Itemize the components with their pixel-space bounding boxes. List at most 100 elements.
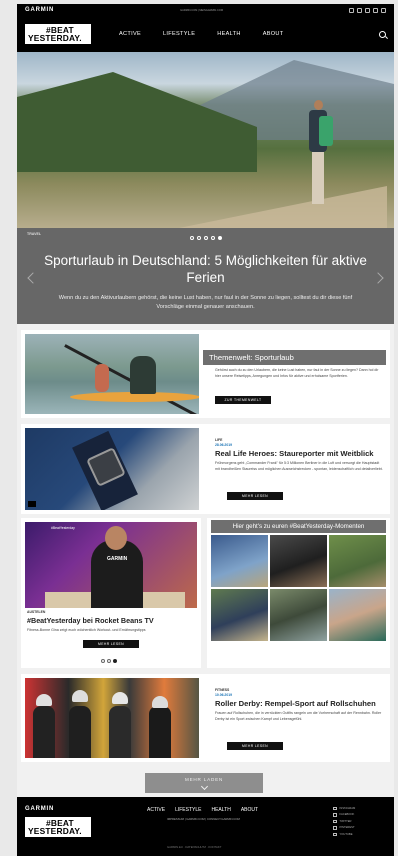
- footer-nav-health[interactable]: HEALTH: [211, 807, 230, 813]
- logo-line2: YESTERDAY.: [28, 33, 82, 43]
- facebook-icon[interactable]: [356, 7, 362, 13]
- garmin-shirt-logo: GARMIN: [107, 556, 128, 562]
- footer-logo-line2: YESTERDAY.: [28, 826, 82, 836]
- beat-yesterday-logo[interactable]: #BEAT YESTERDAY.: [25, 24, 91, 44]
- youtube-icon[interactable]: [380, 7, 386, 13]
- tv-button[interactable]: MEHR LESEN: [83, 640, 139, 648]
- instagram-icon[interactable]: [348, 7, 354, 13]
- top-links[interactable]: GARMIN.COM | MEINGARMIN.COM: [180, 9, 223, 12]
- forest-slope: [17, 72, 257, 172]
- carousel-dot-active[interactable]: [113, 659, 117, 663]
- nav-about[interactable]: ABOUT: [263, 31, 284, 37]
- page: GARMIN GARMIN.COM | MEINGARMIN.COM #BEAT…: [17, 4, 394, 856]
- skater-shape: [69, 706, 91, 758]
- footer-sublinks[interactable]: IMPRESSUM | GARMIN.COM | CONNECT.GARMIN.…: [167, 817, 240, 821]
- tv-dots: [101, 659, 117, 663]
- nav-active[interactable]: ACTIVE: [119, 31, 141, 37]
- youtube-icon: [333, 832, 337, 836]
- tv-text: Fitness-Bonne Gina zeigt euch wöchentlic…: [27, 628, 146, 632]
- twitter-icon[interactable]: [364, 7, 370, 13]
- derby-text: Frauen auf Rollschuhen, die in verrückte…: [215, 711, 382, 721]
- watch-image[interactable]: [25, 428, 199, 510]
- hiker-legs: [312, 152, 324, 204]
- load-more-button[interactable]: MEHR LADEN: [145, 773, 263, 793]
- footer-nav-lifestyle[interactable]: LIFESTYLE: [175, 807, 201, 813]
- moments-label[interactable]: Hier geht's zu euren #BeatYesterday-Mome…: [211, 520, 386, 533]
- derby-date: 10.06.2019: [215, 693, 232, 697]
- garmin-brand[interactable]: GARMIN: [25, 7, 54, 13]
- kayak-image[interactable]: [25, 334, 199, 414]
- helmet-shape: [152, 696, 168, 708]
- rocket-beans-image[interactable]: #BeatYesterday GARMIN: [25, 522, 197, 608]
- hiker-head: [314, 100, 323, 110]
- tv-card: #BeatYesterday GARMIN AUSTELEN #BeatYest…: [21, 518, 201, 668]
- heroes-button[interactable]: MEHR LESEN: [227, 492, 283, 500]
- footer-social-label: FACEBOOK: [339, 813, 355, 817]
- slider-dot[interactable]: [189, 236, 194, 240]
- heroes-date: 28.06.2019: [215, 443, 232, 447]
- helmet-shape: [72, 690, 88, 702]
- slider-dot[interactable]: [210, 236, 215, 240]
- next-arrow-icon[interactable]: [372, 272, 384, 284]
- footer-social-label: TWITTER: [339, 819, 352, 823]
- backpack: [319, 116, 333, 146]
- roller-derby-image[interactable]: [25, 678, 199, 758]
- topic-button[interactable]: ZUR THEMENWELT: [215, 396, 271, 404]
- main-nav: ACTIVE LIFESTYLE HEALTH ABOUT: [119, 31, 284, 37]
- footer-social: INSTAGRAM FACEBOOK TWITTER PINTEREST YOU…: [333, 805, 355, 838]
- moment-photo[interactable]: [270, 535, 327, 587]
- derby-card: FITNESS 10.06.2019 Roller Derby: Rempel-…: [21, 674, 390, 762]
- nav-health[interactable]: HEALTH: [217, 31, 240, 37]
- footer-copyright[interactable]: GARMIN.EU · DATENSCHUTZ · KONTAKT: [167, 845, 221, 849]
- carousel-dot[interactable]: [107, 659, 111, 663]
- slider-dot[interactable]: [196, 236, 201, 240]
- load-more-label: MEHR LADEN: [184, 777, 224, 782]
- paddler-shape: [95, 364, 109, 392]
- video-icon: [28, 501, 36, 507]
- host-head: [105, 526, 127, 550]
- footer: GARMIN #BEAT YESTERDAY. ACTIVE LIFESTYLE…: [17, 797, 394, 856]
- slider-dot[interactable]: [203, 236, 208, 240]
- hero-image[interactable]: [17, 52, 394, 228]
- hiker-figure: [307, 100, 333, 210]
- moments-card: Hier geht's zu euren #BeatYesterday-Mome…: [207, 518, 390, 668]
- derby-button[interactable]: MEHR LESEN: [227, 742, 283, 750]
- footer-brand[interactable]: GARMIN: [25, 806, 54, 812]
- heroes-title[interactable]: Real Life Heroes: Staureporter mit Weitb…: [215, 449, 387, 459]
- moments-mosaic: [211, 535, 386, 641]
- derby-title[interactable]: Roller Derby: Rempel-Sport auf Rollschuh…: [215, 699, 387, 709]
- heroes-kicker[interactable]: LIFE: [215, 438, 222, 442]
- moment-photo[interactable]: [211, 589, 268, 641]
- footer-social-label: PINTEREST: [339, 826, 355, 830]
- footer-logo[interactable]: #BEAT YESTERDAY.: [25, 817, 91, 837]
- hero-title[interactable]: Sporturlaub in Deutschland: 5 Möglichkei…: [37, 252, 374, 286]
- main-nav-bar: #BEAT YESTERDAY. ACTIVE LIFESTYLE HEALTH…: [17, 16, 394, 52]
- footer-nav-active[interactable]: ACTIVE: [147, 807, 165, 813]
- carousel-dot[interactable]: [101, 659, 105, 663]
- moment-photo[interactable]: [329, 535, 386, 587]
- moment-photo[interactable]: [329, 589, 386, 641]
- heroes-text: Frühmorgens geht „Commander Frank" für 5…: [215, 461, 383, 471]
- host-figure: [91, 540, 143, 608]
- skater-shape: [149, 706, 171, 758]
- top-bar: GARMIN GARMIN.COM | MEINGARMIN.COM: [17, 4, 394, 16]
- slider-dots: [17, 236, 394, 240]
- topic-card: Themenwelt: Sporturlaub Gehörst auch du …: [21, 330, 390, 418]
- moment-photo[interactable]: [270, 589, 327, 641]
- topic-label[interactable]: Themenwelt: Sporturlaub: [203, 350, 386, 365]
- twitter-icon: [333, 819, 337, 823]
- moment-photo[interactable]: [211, 535, 268, 587]
- skater-shape: [109, 706, 131, 758]
- tv-kicker[interactable]: AUSTELEN: [27, 610, 45, 614]
- footer-social-item[interactable]: YOUTUBE: [333, 831, 355, 838]
- search-icon[interactable]: [379, 30, 386, 38]
- derby-kicker[interactable]: FITNESS: [215, 688, 229, 692]
- facebook-icon: [333, 813, 337, 817]
- pinterest-icon[interactable]: [372, 7, 378, 13]
- instagram-icon: [333, 806, 337, 810]
- tv-title[interactable]: #BeatYesterday bei Rocket Beans TV: [27, 616, 197, 626]
- nav-lifestyle[interactable]: LIFESTYLE: [163, 31, 195, 37]
- footer-nav-about[interactable]: ABOUT: [241, 807, 258, 813]
- skater-shape: [33, 706, 55, 758]
- slider-dot-active[interactable]: [217, 236, 222, 240]
